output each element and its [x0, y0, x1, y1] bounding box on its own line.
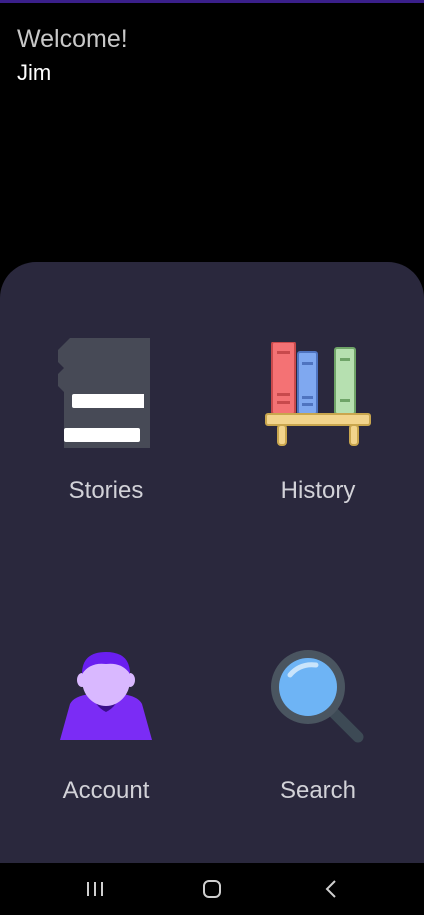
tile-label-history: History	[280, 477, 356, 504]
system-nav-bar	[0, 863, 424, 915]
history-tile[interactable]: History	[212, 262, 424, 542]
status-accent-bar	[0, 0, 424, 3]
username-text: Jim	[17, 60, 52, 85]
back-button[interactable]	[311, 875, 351, 903]
user-avatar-icon	[60, 652, 152, 740]
books-stack-icon	[58, 338, 150, 448]
welcome-text: Welcome!	[17, 25, 128, 53]
magnifier-icon	[271, 650, 364, 743]
stories-tile[interactable]: Stories	[0, 262, 212, 542]
search-tile[interactable]: Search	[212, 562, 424, 842]
account-tile[interactable]: Account	[0, 562, 212, 842]
back-icon	[325, 880, 336, 898]
tile-label-stories: Stories	[68, 477, 144, 504]
tile-label-account: Account	[62, 777, 150, 804]
bookshelf-icon	[265, 342, 371, 446]
recent-apps-icon	[87, 882, 103, 896]
home-icon	[203, 880, 221, 898]
app-screen: Welcome! Jim Stories History Account Sea…	[0, 0, 424, 915]
recent-apps-button[interactable]	[75, 875, 115, 903]
tile-label-search: Search	[279, 777, 357, 804]
home-button[interactable]	[192, 875, 232, 903]
menu-panel: Stories History Account Search	[0, 262, 424, 863]
